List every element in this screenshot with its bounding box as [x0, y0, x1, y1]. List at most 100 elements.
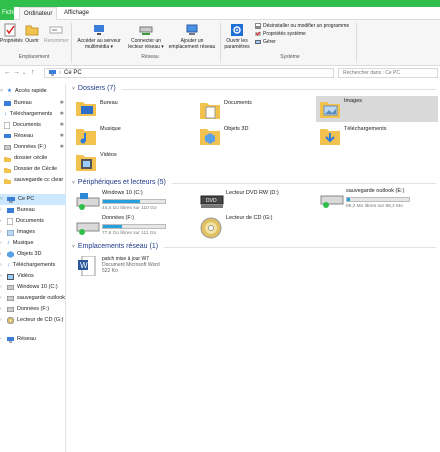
search-input[interactable]: Rechercher dans : Ce PC [338, 68, 438, 78]
open-button[interactable]: Ouvrir [22, 23, 42, 44]
collapse-arrow-icon: › [0, 273, 2, 279]
folder-name: Objets 3D [224, 126, 249, 132]
sidebar-item-videos[interactable]: › Vidéos [0, 271, 66, 282]
sidebar-item-folder[interactable]: dossier cécile [0, 153, 66, 164]
drive-icon [76, 222, 100, 235]
drive-name: Données (F:) [102, 215, 135, 221]
folder-pictures[interactable]: Images [316, 96, 438, 122]
sidebar-item-downloads[interactable]: ↓ Téléchargements ✱ [0, 109, 66, 120]
3d-objects-folder-icon [200, 129, 220, 145]
open-settings-button[interactable]: Ouvrir les paramètres [222, 23, 252, 50]
sidebar-item-drive-c[interactable]: › Windows 10 (C:) [0, 282, 66, 293]
system-properties-button[interactable]: Propriétés système [255, 30, 306, 38]
up-arrow-icon[interactable]: ↑ [31, 68, 35, 78]
folder-music[interactable]: Musique [72, 124, 190, 150]
expand-arrow-icon: ˅ [0, 88, 3, 94]
sidebar-item-label: Bureau [17, 207, 35, 213]
sidebar-item-network[interactable]: › Réseau [0, 334, 66, 345]
section-divider [122, 89, 436, 90]
network-item-word-doc[interactable]: W patch mise à jour W7 Document Microsof… [72, 256, 190, 282]
usb-drive-icon [320, 195, 344, 208]
sidebar-item-drive-e[interactable]: › sauvegarde outlook [0, 293, 66, 304]
network-section-header[interactable]: ˅ Emplacements réseau (1) [72, 242, 158, 252]
drive-cd-g[interactable]: Lecteur de CD (G:) [196, 215, 314, 245]
uninstall-program-button[interactable]: Désinstaller ou modifier un programme [255, 22, 349, 30]
word-document-icon: W [78, 256, 96, 276]
sidebar-item-documents[interactable]: › Documents [0, 216, 66, 227]
tab-view[interactable]: Affichage [60, 7, 93, 20]
document-icon [4, 122, 10, 129]
open-label: Ouvrir [25, 38, 39, 44]
sidebar-item-network[interactable]: Réseau ✱ [0, 131, 66, 142]
back-arrow-icon[interactable]: ← [4, 68, 11, 78]
section-collapse-icon: ˅ [72, 244, 75, 250]
map-network-drive-button[interactable]: Connecter un lecteur réseau ▾ [124, 23, 168, 50]
folder-documents[interactable]: Documents [196, 98, 314, 124]
download-icon: ↓ [7, 262, 10, 268]
open-settings-label-2: paramètres [224, 44, 250, 50]
folder-3d-objects[interactable]: Objets 3D [196, 124, 314, 150]
sidebar-item-3d-objects[interactable]: › Objets 3D [0, 249, 66, 260]
collapse-arrow-icon: › [0, 240, 2, 246]
manage-button[interactable]: Gérer [255, 38, 276, 46]
sidebar-item-label: Vidéos [17, 273, 34, 279]
ribbon: Propriétés Ouvrir Renommer Emplacement A… [0, 20, 440, 66]
sidebar-item-data-drive[interactable]: Données (F:) ✱ [0, 142, 66, 153]
section-collapse-icon: ˅ [72, 86, 75, 92]
sidebar-item-pictures[interactable]: › Images [0, 227, 66, 238]
sidebar-item-folder[interactable]: sauvegarde cc clear [0, 175, 66, 186]
pictures-folder-icon [320, 102, 340, 118]
folder-name: Bureau [100, 100, 118, 106]
folder-downloads[interactable]: Téléchargements [316, 124, 434, 150]
add-location-label-2: emplacement réseau [168, 44, 216, 50]
sidebar-item-folder[interactable]: Dossier de Cécile [0, 164, 66, 175]
access-media-label-2: multimédia ▾ [84, 44, 114, 50]
drive-usage-bar [102, 224, 166, 229]
rename-button[interactable]: Renommer [44, 23, 69, 44]
sidebar-item-label: Lecteur de CD (G:) [17, 317, 64, 323]
sidebar-item-label: Documents [16, 218, 44, 224]
tab-file[interactable]: Fichier [0, 7, 20, 20]
sidebar-item-quick-access[interactable]: ˅ ★ Accès rapide [0, 86, 66, 97]
ribbon-tabs: Fichier Ordinateur Affichage [0, 7, 440, 20]
sidebar-item-desktop[interactable]: › Bureau [0, 205, 66, 216]
properties-button[interactable]: Propriétés [0, 23, 23, 44]
forward-arrow-icon[interactable]: → [13, 68, 20, 78]
access-media-button[interactable]: Accéder au serveur multimédia ▾ [74, 23, 124, 50]
sidebar-item-music[interactable]: › ♪ Musique [0, 238, 66, 249]
drive-f[interactable]: Données (F:) 77,6 Go libres sur 111 Go [72, 215, 190, 245]
drive-name: Lecteur DVD RW (D:) [226, 190, 279, 196]
pin-icon: ✱ [59, 122, 64, 128]
sidebar-item-this-pc[interactable]: ˅ Ce PC [0, 194, 66, 205]
sidebar-item-label: Réseau [17, 336, 36, 342]
drive-e[interactable]: sauvegarde outlook (E:) 88,2 Mo libres s… [316, 188, 434, 218]
pin-icon: ✱ [59, 144, 64, 150]
sidebar-item-cd-drive[interactable]: › Lecteur de CD (G:) [0, 315, 66, 326]
breadcrumb-separator: › [59, 70, 61, 76]
sidebar-item-label: sauvegarde outlook [17, 295, 66, 301]
sidebar-item-desktop[interactable]: Bureau ✱ [0, 98, 66, 109]
recent-dropdown-icon[interactable]: ⌄ [22, 68, 26, 78]
folder-desktop[interactable]: Bureau [72, 98, 190, 124]
folder-videos[interactable]: Vidéos [72, 150, 190, 176]
sidebar-item-label: Accès rapide [14, 88, 47, 94]
section-divider [164, 247, 436, 248]
videos-folder-icon [76, 155, 96, 171]
sidebar-item-label: Dossier de Cécile [14, 166, 58, 172]
collapse-arrow-icon: › [0, 207, 2, 213]
sidebar-item-label: Musique [12, 240, 34, 246]
folders-section-header[interactable]: ˅ Dossiers (7) [72, 84, 116, 94]
drives-section-header[interactable]: ˅ Périphériques et lecteurs (5) [72, 178, 166, 188]
drive-name: Windows 10 (C:) [102, 190, 143, 196]
tab-computer[interactable]: Ordinateur [19, 7, 58, 20]
expand-arrow-icon: ˅ [0, 196, 3, 202]
sidebar-item-label: Données (F:) [17, 306, 50, 312]
add-network-location-button[interactable]: Ajouter un emplacement réseau [166, 23, 218, 50]
drive-icon [4, 145, 11, 150]
sidebar-item-downloads[interactable]: › ↓ Téléchargements [0, 260, 66, 271]
sidebar-item-documents[interactable]: Documents ✱ [0, 120, 66, 131]
sidebar-item-drive-f[interactable]: › Données (F:) [0, 304, 66, 315]
drive-name: Lecteur de CD (G:) [226, 215, 273, 221]
address-bar[interactable]: › Ce PC [44, 68, 334, 78]
section-divider [172, 183, 436, 184]
